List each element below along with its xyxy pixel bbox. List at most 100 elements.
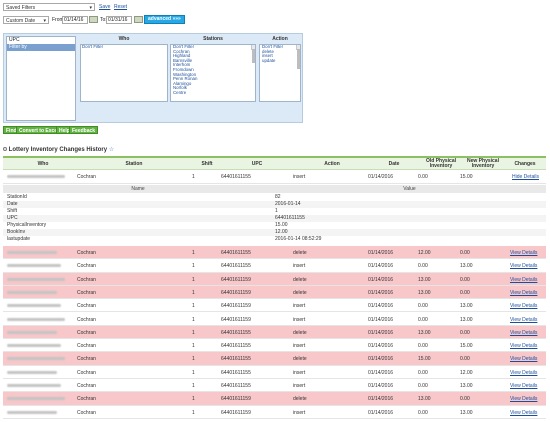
list-item[interactable]: Don't Filter [81,45,167,50]
table-row[interactable]: Cochran 1 64401611155 insert 01/14/2016 0.00 1… [3,379,546,393]
cell-new-inventory: 0.00 [460,329,470,336]
table-row[interactable]: Cochran 1 64401611159 delete 01/14/2016 13.00… [3,392,546,406]
table-row[interactable]: Cochran 1 64401611159 insert 01/14/2016 0.00 1… [3,405,546,419]
date-range-select[interactable]: Custom Date ▾ [3,16,49,24]
chevron-down-icon: ▾ [89,5,92,11]
history-title: Lottery Inventory Changes History [8,147,108,153]
view-details-link[interactable]: View Details [510,317,537,323]
cell-date: 01/14/2016 [368,289,394,296]
table-row[interactable]: Cochran 1 64401611159 insert 01/14/2016 0.00 1… [3,299,546,313]
cell-action: insert [293,409,306,416]
cell-shift: 1 [192,174,195,180]
star-icon[interactable]: ☆ [109,147,114,153]
from-calendar-icon[interactable] [89,16,98,23]
to-date-input[interactable]: 01/31/16 [106,16,132,24]
table-row[interactable]: Cochran 1 64401611159 insert 01/14/2016 0.00 1… [3,312,546,326]
view-details-link[interactable]: View Details [510,343,537,349]
view-details-link[interactable]: View Details [510,356,537,362]
stations-listbox[interactable]: Don't Filter Cochran Highland Barnsville Int… [170,44,256,102]
hide-details-link[interactable]: Hide Details [512,174,539,180]
column-header-shift[interactable]: Shift [196,162,218,167]
stations-header: Stations [203,36,223,42]
list-item[interactable]: Centre [172,90,255,96]
chevron-down-icon: ▾ [43,18,46,24]
column-header-station[interactable]: Station [109,162,159,167]
cell-upc: 64401611155 [221,356,251,363]
column-header-who[interactable]: Who [23,162,63,167]
cell-date: 01/14/2016 [368,383,394,389]
date-range-value: Custom Date [6,18,36,24]
cell-old-inventory: 0.00 [418,263,428,270]
action-scrollbar[interactable] [296,45,300,69]
column-header-date[interactable]: Date [374,162,414,167]
convert-to-excel-button[interactable]: Convert to Excel [16,126,62,134]
details-field-name: UPC [7,215,18,221]
feedback-button[interactable]: Feedback [69,126,99,134]
view-details-link[interactable]: View Details [510,263,537,269]
details-field-name: BookInv [7,229,26,235]
from-date-input[interactable]: 01/14/16 [62,16,88,24]
cell-shift: 1 [192,396,195,403]
view-details-link[interactable]: View Details [510,277,537,283]
table-row-expanded[interactable]: Cochran 1 64401611155 insert 01/14/2016 … [3,170,546,184]
reset-filter-link[interactable]: Reset [114,4,127,10]
cell-upc: 64401611159 [221,409,251,416]
view-details-link[interactable]: View Details [510,290,537,296]
cell-new-inventory: 13.00 [460,383,473,389]
view-details-link[interactable]: View Details [510,330,537,336]
who-redacted [7,357,65,361]
table-row[interactable]: Cochran 1 64401611155 delete 01/14/2016 15.00… [3,352,546,366]
table-row[interactable]: Cochran 1 64401611155 insert 01/14/2016 0.00 1… [3,339,546,353]
details-field-value: 15.00 [275,222,288,228]
cell-action: insert [293,383,306,389]
cell-shift: 1 [192,276,195,283]
table-row[interactable]: Cochran 1 64401611155 insert 01/14/2016 0.00 1… [3,259,546,273]
save-filter-link[interactable]: Save [99,4,110,10]
cell-date: 01/14/2016 [368,329,394,336]
advanced-button[interactable]: advanced »»» [144,15,185,24]
cell-station: Cochran [77,276,96,283]
column-header-upc[interactable]: UPC [235,162,279,167]
cell-upc: 64401611155 [221,383,251,389]
cell-date: 01/14/2016 [368,369,394,376]
table-row[interactable]: Cochran 1 64401611155 insert 01/14/2016 0.00 1… [3,365,546,379]
view-details-link[interactable]: View Details [510,383,537,389]
cell-station: Cochran [77,263,96,270]
filter-type-item[interactable]: UPC [7,37,75,44]
details-field-name: PhysicalInventory [7,222,47,228]
action-listbox[interactable]: Don't Filter delete insert update [259,44,301,102]
to-calendar-icon[interactable] [134,16,143,23]
cell-date: 01/14/2016 [368,316,394,323]
details-panel: Name Value StationId 82 Date 2016-01-14 Shif… [3,185,546,245]
collapse-icon[interactable] [3,147,7,151]
filter-type-item[interactable]: Filter by [7,44,75,51]
view-details-link[interactable]: View Details [510,303,537,309]
stations-scrollbar[interactable] [251,45,255,63]
filter-type-list[interactable]: UPC Filter by [6,36,76,121]
cell-new-inventory: 15.00 [460,343,473,350]
column-header-old-inventory[interactable]: Old Physical Inventory [421,159,461,169]
saved-filters-select[interactable]: Saved Filters ▾ [3,3,95,11]
column-header-changes[interactable]: Changes [505,162,545,167]
cell-new-inventory: 13.00 [460,316,473,323]
column-header-action[interactable]: Action [308,162,356,167]
cell-action: insert [293,303,306,310]
cell-action: delete [293,356,307,363]
table-row[interactable]: Cochran 1 64401611155 delete 01/14/2016 13.00… [3,325,546,340]
table-row[interactable]: Cochran 1 64401611159 delete 01/14/2016 13.00… [3,285,546,300]
saved-filters-label: Saved Filters [6,5,36,11]
view-details-link[interactable]: View Details [510,396,537,402]
history-title-wrap: Lottery Inventory Changes History ☆ [3,146,114,153]
who-listbox[interactable]: Don't Filter [80,44,168,102]
table-row[interactable]: Cochran 1 64401611159 delete 01/14/2016 13.00… [3,272,546,286]
details-field-value: 82 [275,194,281,200]
view-details-link[interactable]: View Details [510,370,537,376]
cell-station: Cochran [77,289,96,296]
list-item[interactable]: update [261,58,300,64]
view-details-link[interactable]: View Details [510,250,537,256]
cell-station: Cochran [77,329,96,336]
view-details-link[interactable]: View Details [510,410,537,416]
table-row[interactable]: Cochran 1 64401611155 delete 01/14/2016 12.00… [3,246,546,260]
cell-old-inventory: 13.00 [418,396,431,403]
column-header-new-inventory[interactable]: New Physical Inventory [462,159,504,169]
